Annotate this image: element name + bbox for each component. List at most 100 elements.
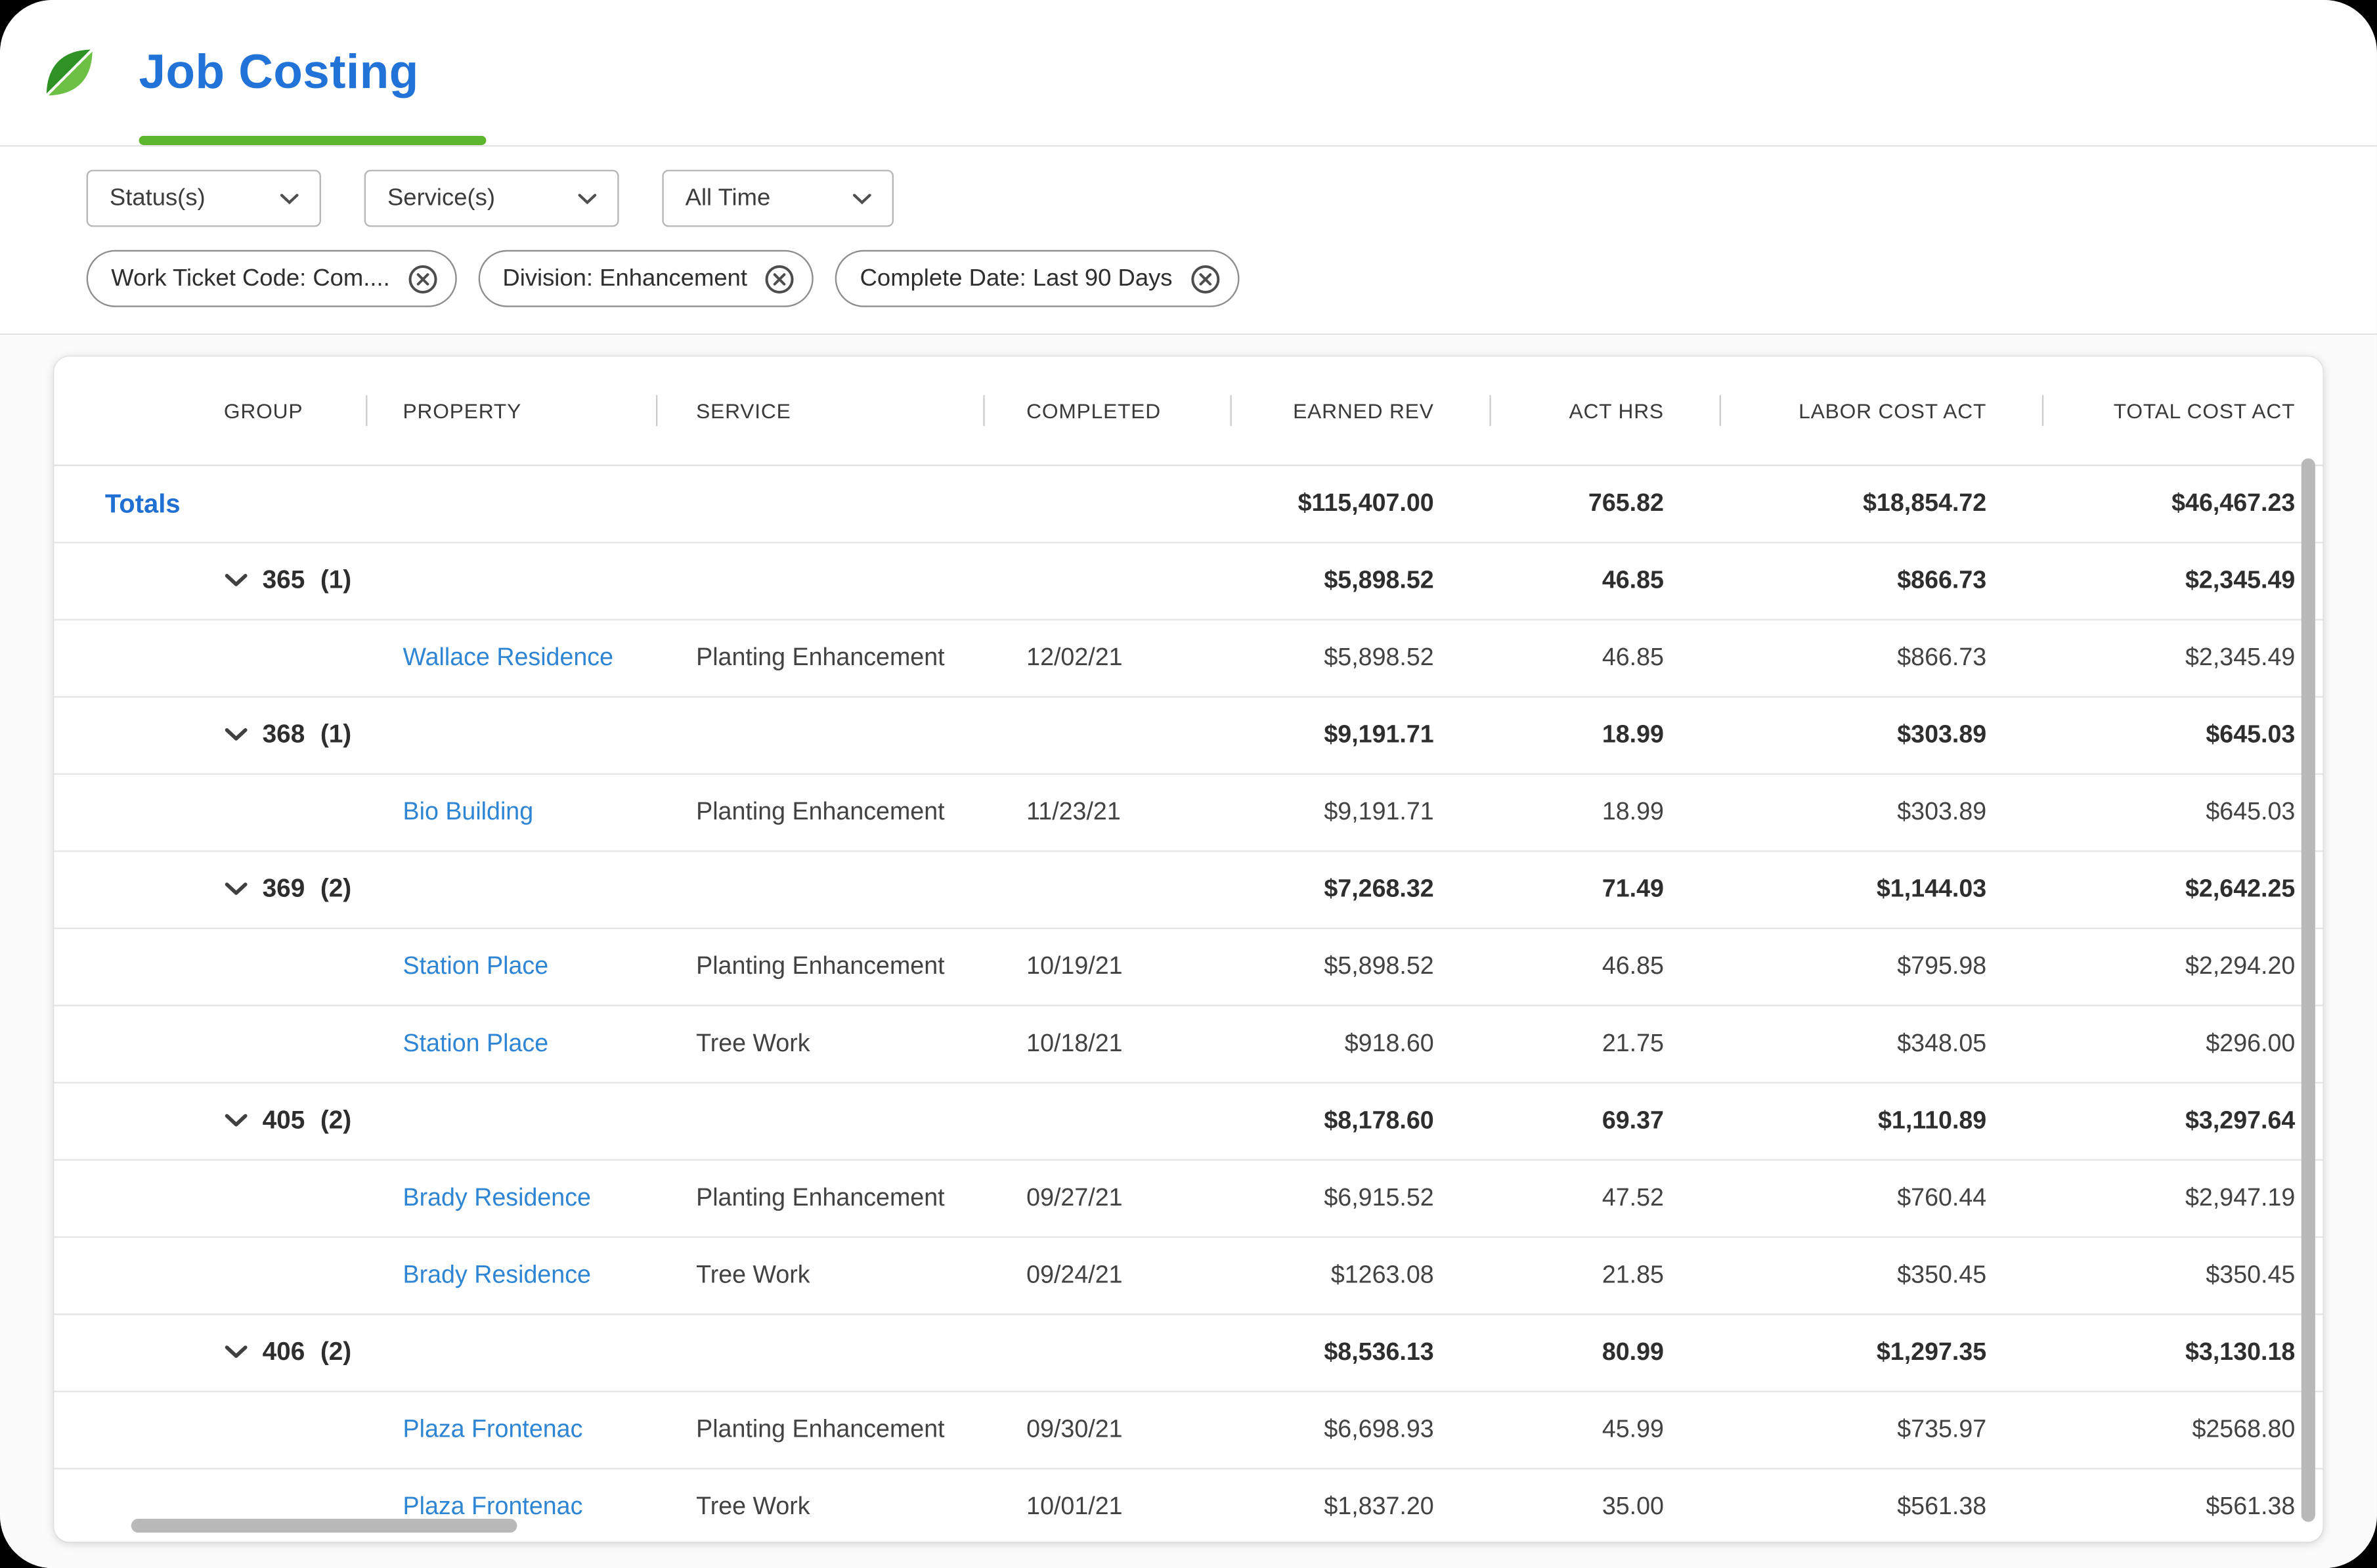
- act-hrs-cell: 21.75: [1602, 1030, 1664, 1056]
- group-earned-rev: $8,178.60: [1324, 1107, 1434, 1134]
- group-number: 406: [262, 1338, 305, 1366]
- totals-label: Totals: [104, 488, 181, 518]
- total-cost-act-cell: $296.00: [2206, 1030, 2296, 1056]
- column-header-group[interactable]: GROUP: [54, 357, 366, 465]
- completed-date-cell: 09/30/21: [1026, 1416, 1123, 1443]
- group-earned-rev: $5,898.52: [1324, 567, 1434, 594]
- filter-bar: Status(s) Service(s) All Time Work Ticke…: [0, 146, 2377, 336]
- title-underline: [139, 135, 487, 145]
- group-summary-row: 406 (2) $8,536.13 80.99 $1,297.35 $3,130.18: [54, 1315, 2323, 1393]
- totals-earned-rev: $115,407.00: [1298, 490, 1434, 517]
- property-link[interactable]: Wallace Residence: [403, 644, 614, 670]
- content-area: GROUP PROPERTY SERVICE COMPLETED EARNED …: [0, 335, 2377, 1568]
- filter-chip-complete-date[interactable]: Complete Date: Last 90 Days: [835, 250, 1239, 307]
- act-hrs-cell: 45.99: [1602, 1416, 1664, 1443]
- group-earned-rev: $9,191.71: [1324, 721, 1434, 748]
- property-link[interactable]: Bio Building: [403, 798, 534, 825]
- filter-chip-division[interactable]: Division: Enhancement: [477, 250, 814, 307]
- app-header: Job Costing: [0, 0, 2377, 147]
- property-link[interactable]: Brady Residence: [403, 1262, 591, 1288]
- group-expand-toggle[interactable]: 405 (2): [224, 1106, 351, 1136]
- group-total-cost-act: $2,642.25: [2185, 875, 2296, 902]
- group-act-hrs: 18.99: [1602, 721, 1664, 748]
- chip-remove-button[interactable]: [764, 263, 795, 294]
- totals-act-hrs: 765.82: [1588, 490, 1664, 517]
- earned-rev-cell: $1,837.20: [1324, 1493, 1434, 1520]
- labor-cost-act-cell: $303.89: [1897, 798, 1987, 825]
- column-header-service[interactable]: SERVICE: [656, 357, 983, 465]
- group-total-cost-act: $3,297.64: [2185, 1107, 2296, 1134]
- group-total-cost-act: $2,345.49: [2185, 567, 2296, 594]
- chip-label: Work Ticket Code: Com....: [111, 265, 390, 292]
- total-cost-act-cell: $350.45: [2206, 1261, 2296, 1288]
- chevron-down-icon: [279, 192, 299, 205]
- chip-remove-button[interactable]: [1189, 263, 1220, 294]
- property-link[interactable]: Station Place: [403, 953, 549, 979]
- work-ticket-row: Wallace Residence Planting Enhancement 12/…: [54, 621, 2323, 698]
- time-range-label: All Time: [685, 184, 771, 211]
- earned-rev-cell: $6,915.52: [1324, 1185, 1434, 1211]
- completed-date-cell: 12/02/21: [1026, 644, 1123, 671]
- group-act-hrs: 46.85: [1602, 567, 1664, 594]
- earned-rev-cell: $9,191.71: [1324, 798, 1434, 825]
- totals-total-cost-act: $46,467.23: [2171, 490, 2296, 517]
- property-link[interactable]: Plaza Frontenac: [403, 1493, 583, 1519]
- act-hrs-cell: 46.85: [1602, 644, 1664, 671]
- group-labor-cost-act: $1,144.03: [1876, 875, 1987, 902]
- work-ticket-row: Brady Residence Planting Enhancement 09/27…: [54, 1161, 2323, 1238]
- service-cell: Tree Work: [696, 1493, 810, 1520]
- column-header-total-cost-act[interactable]: TOTAL COST ACT: [2042, 357, 2323, 465]
- group-expand-toggle[interactable]: 368 (1): [224, 720, 351, 750]
- filter-chip-work-ticket-code[interactable]: Work Ticket Code: Com....: [86, 250, 456, 307]
- labor-cost-act-cell: $866.73: [1897, 644, 1987, 671]
- chip-remove-button[interactable]: [407, 263, 438, 294]
- earned-rev-cell: $1263.08: [1330, 1261, 1434, 1288]
- group-earned-rev: $7,268.32: [1324, 875, 1434, 902]
- group-act-hrs: 80.99: [1602, 1339, 1664, 1366]
- group-number: 369: [262, 875, 305, 903]
- column-header-earned-rev[interactable]: EARNED REV: [1230, 357, 1489, 465]
- group-number: 405: [262, 1106, 305, 1135]
- time-range-dropdown[interactable]: All Time: [662, 169, 894, 227]
- column-header-property[interactable]: PROPERTY: [366, 357, 656, 465]
- labor-cost-act-cell: $348.05: [1897, 1030, 1987, 1056]
- column-header-labor-cost-act[interactable]: LABOR COST ACT: [1720, 357, 2042, 465]
- chip-label: Division: Enhancement: [502, 265, 748, 292]
- labor-cost-act-cell: $795.98: [1897, 953, 1987, 980]
- act-hrs-cell: 18.99: [1602, 798, 1664, 825]
- column-header-act-hrs[interactable]: ACT HRS: [1489, 357, 1719, 465]
- status-filter-dropdown[interactable]: Status(s): [86, 169, 321, 227]
- total-cost-act-cell: $561.38: [2206, 1493, 2296, 1520]
- filter-chip-row: Work Ticket Code: Com.... Division: Enha…: [86, 250, 2377, 307]
- group-expand-toggle[interactable]: 369 (2): [224, 875, 351, 904]
- viewport: Job Costing Status(s) Service(s) All Tim…: [0, 0, 2377, 1568]
- group-summary-row: 368 (1) $9,191.71 18.99 $303.89 $645.03: [54, 697, 2323, 775]
- completed-date-cell: 10/01/21: [1026, 1493, 1123, 1520]
- work-ticket-row: Plaza Frontenac Planting Enhancement 09/30…: [54, 1392, 2323, 1470]
- group-number: 368: [262, 720, 305, 749]
- completed-date-cell: 09/24/21: [1026, 1261, 1123, 1288]
- vertical-scrollbar[interactable]: [2301, 458, 2315, 1522]
- act-hrs-cell: 21.85: [1602, 1261, 1664, 1288]
- group-summary-row: 405 (2) $8,178.60 69.37 $1,110.89 $3,297.64: [54, 1083, 2323, 1161]
- group-count: (2): [320, 875, 352, 903]
- group-count: (2): [320, 1338, 352, 1366]
- property-link[interactable]: Station Place: [403, 1030, 549, 1056]
- column-header-completed[interactable]: COMPLETED: [983, 357, 1230, 465]
- horizontal-scrollbar[interactable]: [131, 1518, 517, 1533]
- completed-date-cell: 09/27/21: [1026, 1185, 1123, 1211]
- service-filter-dropdown[interactable]: Service(s): [364, 169, 619, 227]
- earned-rev-cell: $5,898.52: [1324, 953, 1434, 980]
- service-cell: Tree Work: [696, 1030, 810, 1056]
- property-link[interactable]: Brady Residence: [403, 1185, 591, 1211]
- group-expand-toggle[interactable]: 406 (2): [224, 1338, 351, 1367]
- group-number: 365: [262, 566, 305, 594]
- app-window: Job Costing Status(s) Service(s) All Tim…: [0, 0, 2377, 1568]
- group-expand-toggle[interactable]: 365 (1): [224, 566, 351, 596]
- property-link[interactable]: Plaza Frontenac: [403, 1416, 583, 1443]
- group-count: (2): [320, 1106, 352, 1135]
- labor-cost-act-cell: $760.44: [1897, 1185, 1987, 1211]
- total-cost-act-cell: $645.03: [2206, 798, 2296, 825]
- completed-date-cell: 10/19/21: [1026, 953, 1123, 980]
- earned-rev-cell: $918.60: [1344, 1030, 1434, 1056]
